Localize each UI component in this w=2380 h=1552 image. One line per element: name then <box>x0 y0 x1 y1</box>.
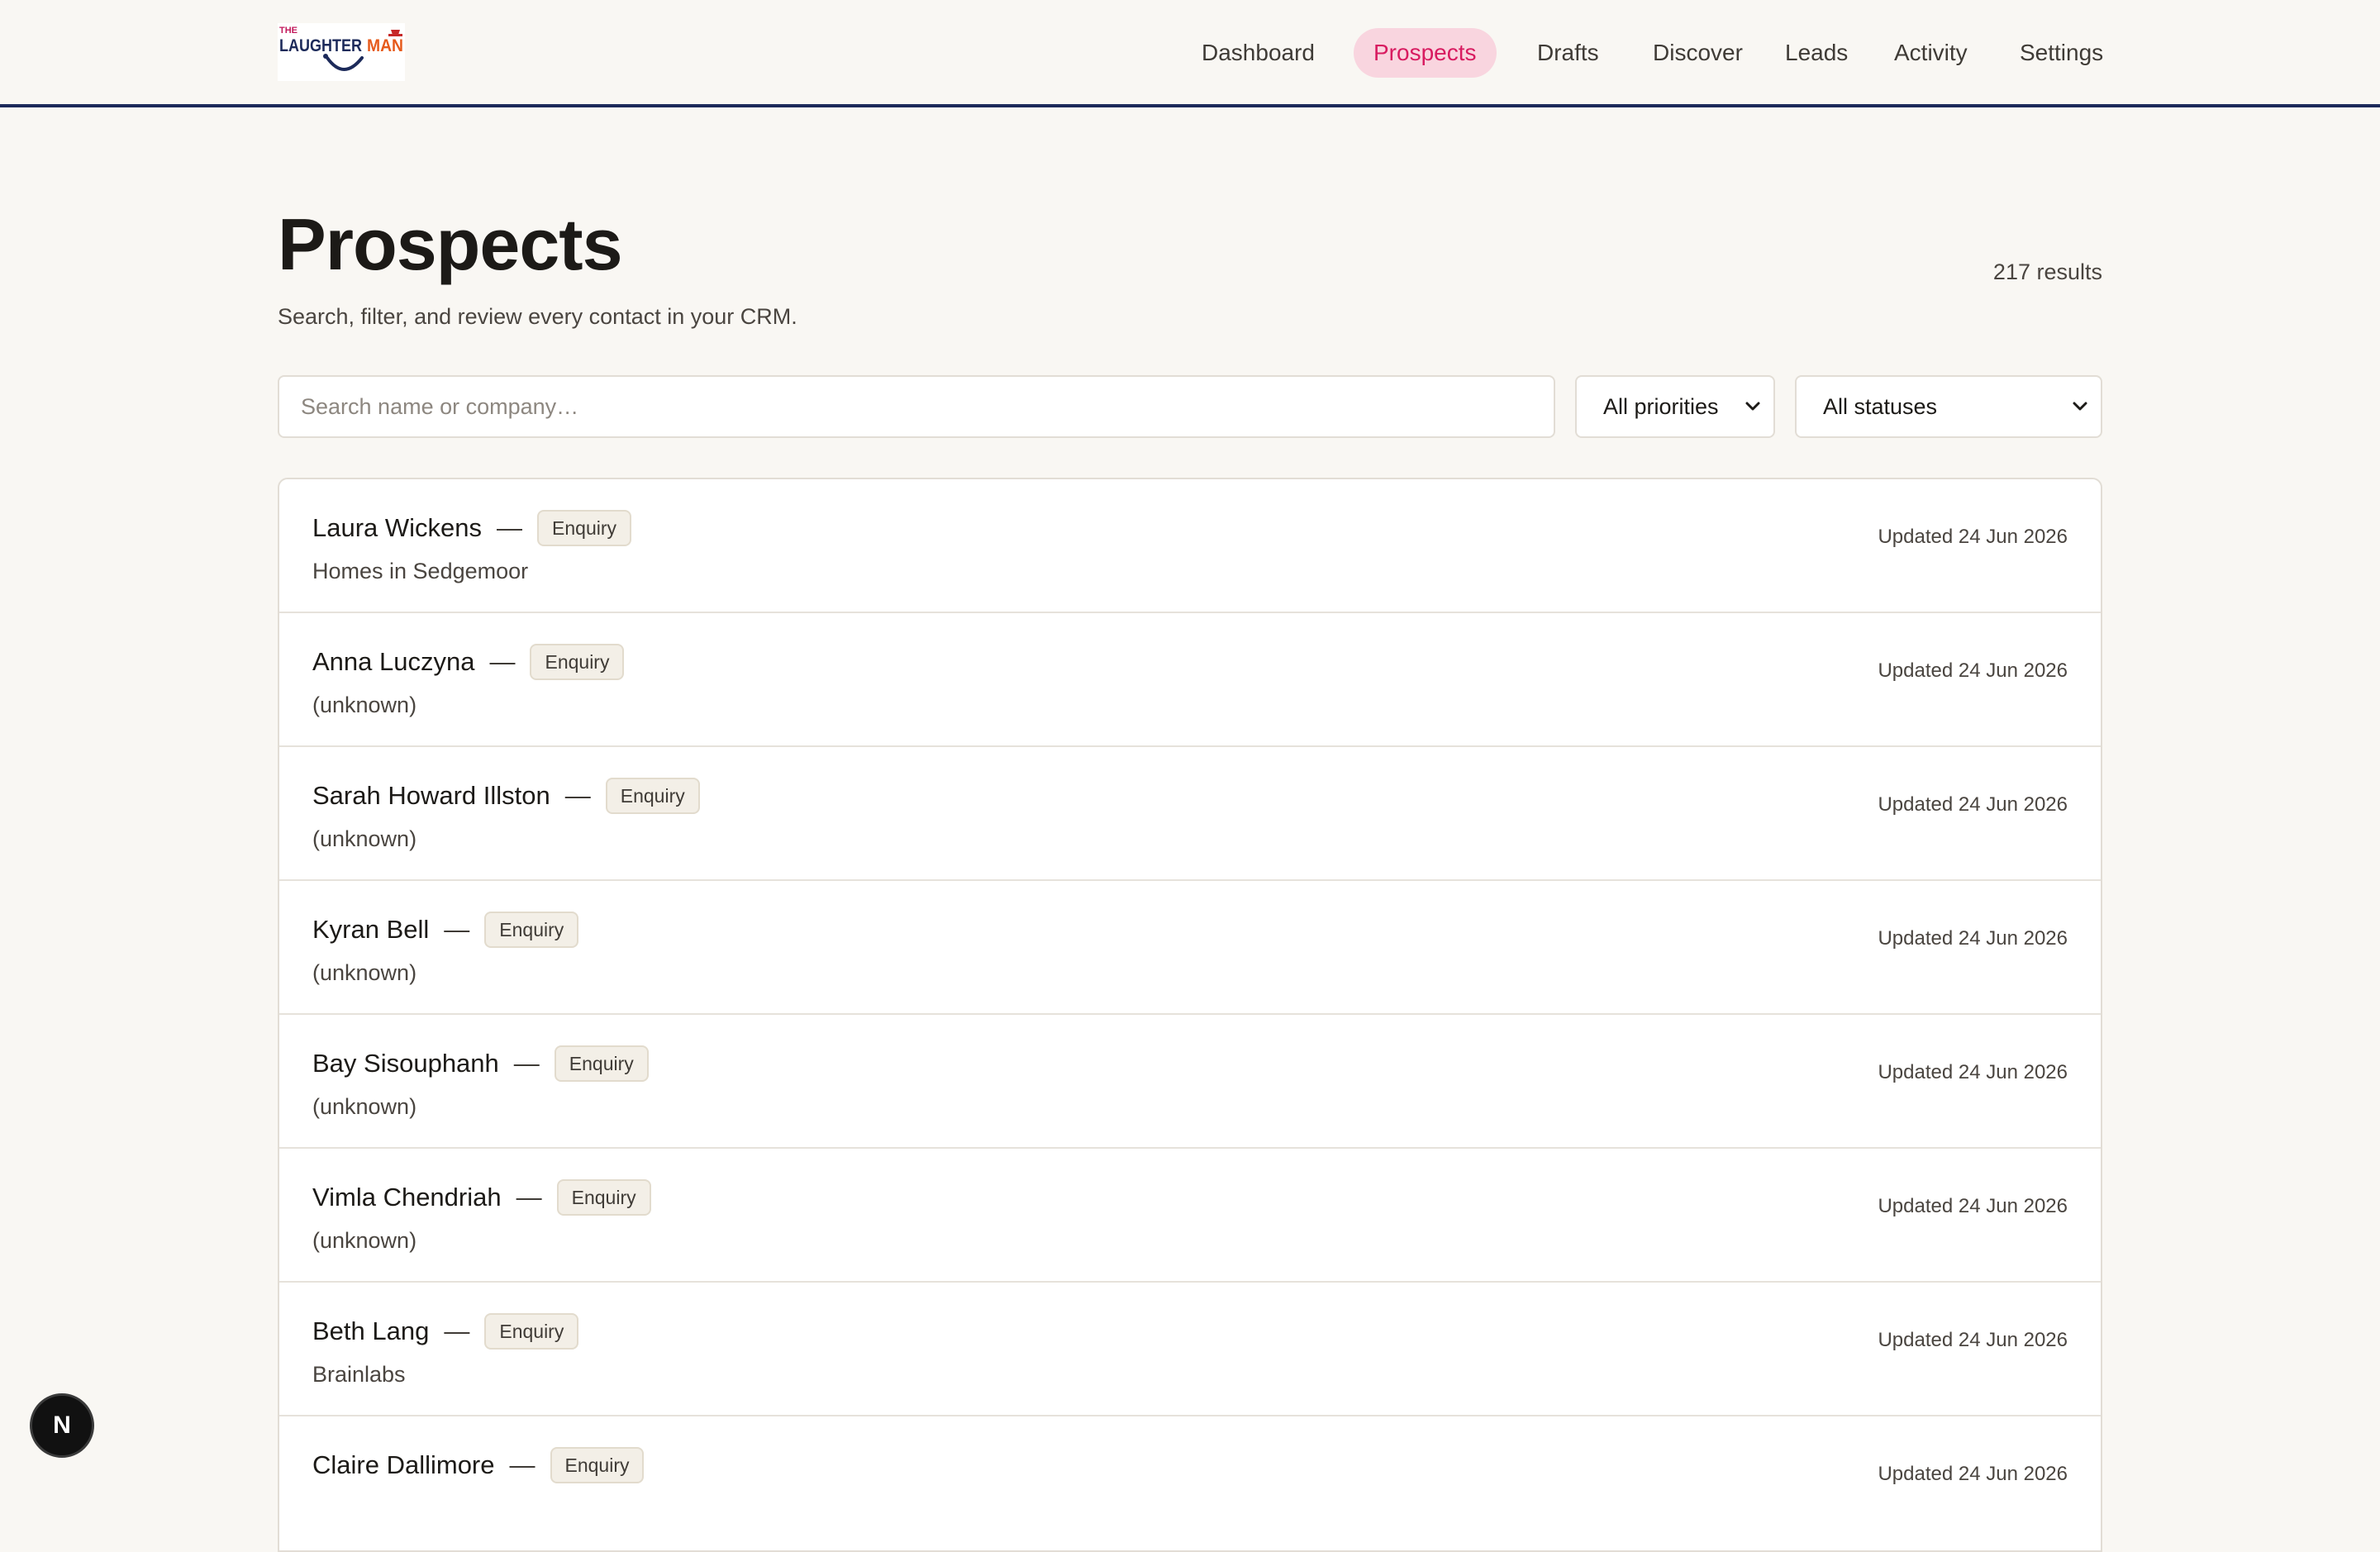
logo-top-text: THE <box>279 26 298 36</box>
logo-accent-text: MAN <box>367 36 403 55</box>
prospect-name-line: Anna Luczyna — Enquiry <box>312 643 625 681</box>
prospect-company: Homes in Sedgemoor <box>312 559 529 583</box>
prospect-row[interactable]: Laura Wickens — Enquiry Homes in Sedgemo… <box>279 479 2101 613</box>
prospect-company: Brainlabs <box>312 1362 406 1387</box>
nav-leads[interactable]: Leads <box>1765 28 1868 78</box>
brand-logo[interactable]: THE LAUGHTER MAN <box>278 23 405 81</box>
prospect-row[interactable]: Anna Luczyna — Enquiry (unknown) Updated… <box>279 613 2101 747</box>
prospect-updated-date: Updated 24 Jun 2026 <box>1878 927 2068 950</box>
prospect-name-line: Laura Wickens — Enquiry <box>312 509 632 547</box>
prospect-updated-date: Updated 24 Jun 2026 <box>1878 526 2068 548</box>
prospect-row[interactable]: Beth Lang — Enquiry Brainlabs Updated 24… <box>279 1283 2101 1416</box>
nav-discover[interactable]: Discover <box>1633 28 1763 78</box>
prospect-company: (unknown) <box>312 1094 417 1119</box>
prospect-company: (unknown) <box>312 1228 417 1253</box>
nav-dashboard[interactable]: Dashboard <box>1182 28 1335 78</box>
next-js-icon[interactable]: N <box>30 1393 94 1458</box>
name-separator: — <box>564 781 591 810</box>
nav-settings[interactable]: Settings <box>2000 28 2123 78</box>
prospect-name: Bay Sisouphanh <box>312 1049 499 1078</box>
prospect-name: Vimla Chendriah <box>312 1183 502 1212</box>
prospect-name: Anna Luczyna <box>312 647 475 676</box>
name-separator: — <box>497 513 523 542</box>
main-nav: Dashboard Prospects Drafts Discover Lead… <box>1182 28 2380 78</box>
name-separator: — <box>489 647 516 676</box>
result-count: 217 results <box>1992 259 2102 284</box>
page-title: Prospects <box>278 203 623 285</box>
prospect-name-line: Beth Lang — Enquiry <box>312 1312 579 1350</box>
prospect-name: Beth Lang <box>312 1316 430 1345</box>
prospect-name: Kyran Bell <box>312 915 430 944</box>
prospect-row[interactable]: Kyran Bell — Enquiry (unknown) Updated 2… <box>279 881 2101 1015</box>
prospect-company: (unknown) <box>312 826 417 851</box>
prospect-row[interactable]: Claire Dallimore — Enquiry Updated 24 Ju… <box>279 1416 2101 1550</box>
nav-activity[interactable]: Activity <box>1874 28 1987 78</box>
priority-filter-select[interactable]: All priorities <box>1575 375 1775 438</box>
name-separator: — <box>444 915 470 944</box>
laughter-man-logo-icon: THE LAUGHTER MAN <box>278 23 405 81</box>
prospect-row[interactable]: Sarah Howard Illston — Enquiry (unknown)… <box>279 747 2101 881</box>
prospect-name-line: Sarah Howard Illston — Enquiry <box>312 777 700 815</box>
prospect-company: (unknown) <box>312 960 417 985</box>
prospect-name: Laura Wickens <box>312 513 483 542</box>
prospect-updated-date: Updated 24 Jun 2026 <box>1878 1329 2068 1351</box>
prospect-name-line: Bay Sisouphanh — Enquiry <box>312 1045 649 1083</box>
prospect-name: Sarah Howard Illston <box>312 781 550 810</box>
prospect-name-line: Vimla Chendriah — Enquiry <box>312 1178 651 1216</box>
status-badge: Enquiry <box>484 912 579 948</box>
status-badge: Enquiry <box>550 1447 645 1483</box>
prospect-updated-date: Updated 24 Jun 2026 <box>1878 659 2068 682</box>
prospect-updated-date: Updated 24 Jun 2026 <box>1878 1061 2068 1083</box>
prospect-list: Laura Wickens — Enquiry Homes in Sedgemo… <box>278 478 2102 1552</box>
prospect-updated-date: Updated 24 Jun 2026 <box>1878 1463 2068 1485</box>
status-badge: Enquiry <box>537 510 632 546</box>
prospect-row[interactable]: Vimla Chendriah — Enquiry (unknown) Upda… <box>279 1149 2101 1283</box>
prospect-name-line: Claire Dallimore — Enquiry <box>312 1446 645 1484</box>
status-badge: Enquiry <box>605 778 700 814</box>
search-input[interactable] <box>278 375 1555 438</box>
prospect-name: Claire Dallimore <box>312 1450 495 1479</box>
chevron-down-icon <box>1745 377 1760 436</box>
status-badge: Enquiry <box>484 1313 579 1350</box>
prospect-name-line: Kyran Bell — Enquiry <box>312 911 579 949</box>
status-badge: Enquiry <box>530 644 625 680</box>
name-separator: — <box>513 1049 540 1078</box>
logo-main-text: LAUGHTER <box>279 36 362 55</box>
page-subtitle: Search, filter, and review every contact… <box>278 304 797 329</box>
status-filter-value: All statuses <box>1823 394 1938 419</box>
status-badge: Enquiry <box>554 1045 649 1082</box>
name-separator: — <box>516 1183 542 1212</box>
prospect-row[interactable]: Bay Sisouphanh — Enquiry (unknown) Updat… <box>279 1015 2101 1149</box>
priority-filter-value: All priorities <box>1603 394 1719 419</box>
name-separator: — <box>444 1316 470 1345</box>
chevron-down-icon <box>2073 377 2087 436</box>
prospect-company: (unknown) <box>312 693 417 717</box>
status-badge: Enquiry <box>556 1179 651 1216</box>
status-filter-select[interactable]: All statuses <box>1795 375 2102 438</box>
name-separator: — <box>509 1450 536 1479</box>
top-navigation-bar: THE LAUGHTER MAN Dashboard Prospects Dra… <box>0 0 2380 107</box>
nav-prospects[interactable]: Prospects <box>1354 28 1497 78</box>
prospect-updated-date: Updated 24 Jun 2026 <box>1878 1195 2068 1217</box>
prospect-updated-date: Updated 24 Jun 2026 <box>1878 793 2068 816</box>
nav-drafts[interactable]: Drafts <box>1517 28 1619 78</box>
